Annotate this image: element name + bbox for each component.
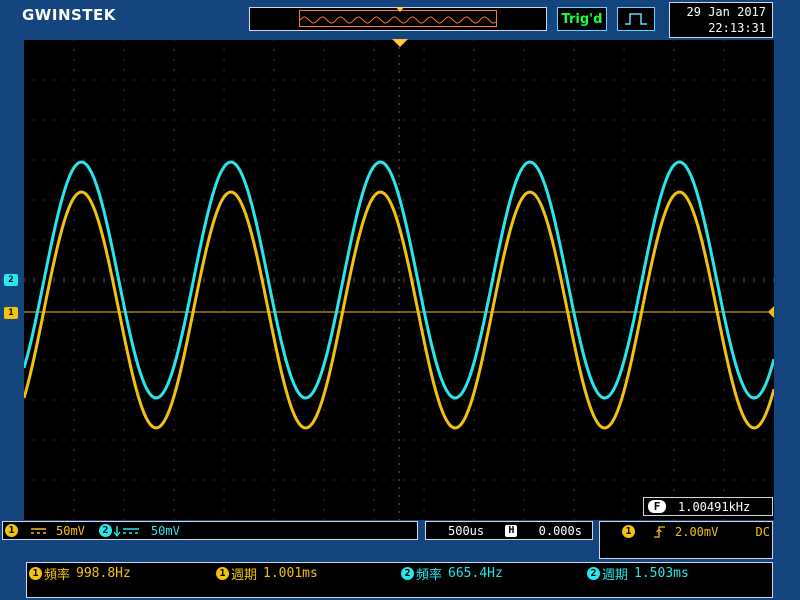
measurement-label: 週期: [602, 568, 629, 583]
invert-dc-coupling-icon: [113, 525, 139, 537]
measurement-value: 1.503ms: [634, 566, 689, 581]
measurement-value: 998.8Hz: [76, 566, 131, 581]
measurement-label: 週期: [231, 568, 258, 583]
measurement-value: 665.4Hz: [448, 566, 503, 581]
measurement-label: 頻率: [416, 568, 443, 583]
time-label: 22:13:31: [708, 21, 766, 35]
overview-trigger-marker: [396, 7, 404, 12]
frequency-counter-value: 1.00491kHz: [678, 499, 751, 514]
ch1-offset-marker[interactable]: 1: [4, 307, 18, 319]
trigger-status-bar[interactable]: 1 2.00mV DC: [599, 521, 773, 559]
trigger-coupling: DC: [755, 524, 770, 539]
waveform-display[interactable]: [22, 39, 776, 521]
trigger-source-chip: 1: [622, 525, 635, 538]
trigger-level: 2.00mV: [675, 524, 719, 539]
ch2-chip: 2: [98, 524, 112, 537]
measurement-item: 2 週期 1.503ms: [587, 564, 689, 583]
trigger-position-marker[interactable]: [392, 39, 408, 47]
measurement-item: 1 週期 1.001ms: [216, 564, 318, 583]
graticule-and-traces: [22, 39, 776, 521]
ch2-scale: 50mV: [150, 523, 180, 538]
timebase-value: 500us: [448, 523, 485, 538]
rising-edge-icon: [654, 525, 665, 538]
measurement-label: 頻率: [44, 568, 71, 583]
dc-coupling-icon: [31, 527, 46, 534]
horizontal-position-value: 0.000s: [538, 523, 582, 538]
pulse-wave-icon: [625, 13, 647, 25]
measurement-value: 1.001ms: [263, 566, 318, 581]
date-label: 29 Jan 2017: [686, 5, 766, 19]
frequency-counter-icon: F: [648, 500, 666, 513]
measurement-source-chip: 2: [401, 567, 414, 580]
graticule: [23, 39, 775, 521]
brand-logo: GWINSTEK: [22, 6, 116, 24]
date-time-display: 29 Jan 2017 22:13:31: [669, 2, 773, 38]
trigger-status-badge: Trig'd: [557, 7, 607, 31]
overview-view-window: [299, 10, 497, 27]
memory-overview-bar[interactable]: [249, 7, 547, 31]
measurement-source-chip: 2: [587, 567, 600, 580]
ch2-offset-marker[interactable]: 2: [4, 274, 18, 286]
trigger-level-marker: [768, 306, 774, 318]
measurement-item: 2 頻率 665.4Hz: [401, 564, 503, 583]
frequency-counter: F 1.00491kHz: [643, 497, 773, 516]
measurement-source-chip: 1: [216, 567, 229, 580]
timebase-status-bar[interactable]: 500us H 0.000s: [425, 521, 593, 540]
measurement-item: 1 頻率 998.8Hz: [29, 564, 131, 583]
measurement-bar[interactable]: 1 頻率 998.8Hz 1 週期 1.001ms 2 頻率 665.4Hz 2…: [26, 562, 773, 598]
ch1-chip: 1: [5, 524, 18, 537]
trigger-mode-button[interactable]: [617, 7, 655, 31]
ch1-scale: 50mV: [56, 523, 85, 538]
horizontal-position-icon: H: [505, 524, 518, 537]
channel-status-bar[interactable]: 1 50mV 2 50mV: [2, 521, 418, 540]
measurement-source-chip: 1: [29, 567, 42, 580]
